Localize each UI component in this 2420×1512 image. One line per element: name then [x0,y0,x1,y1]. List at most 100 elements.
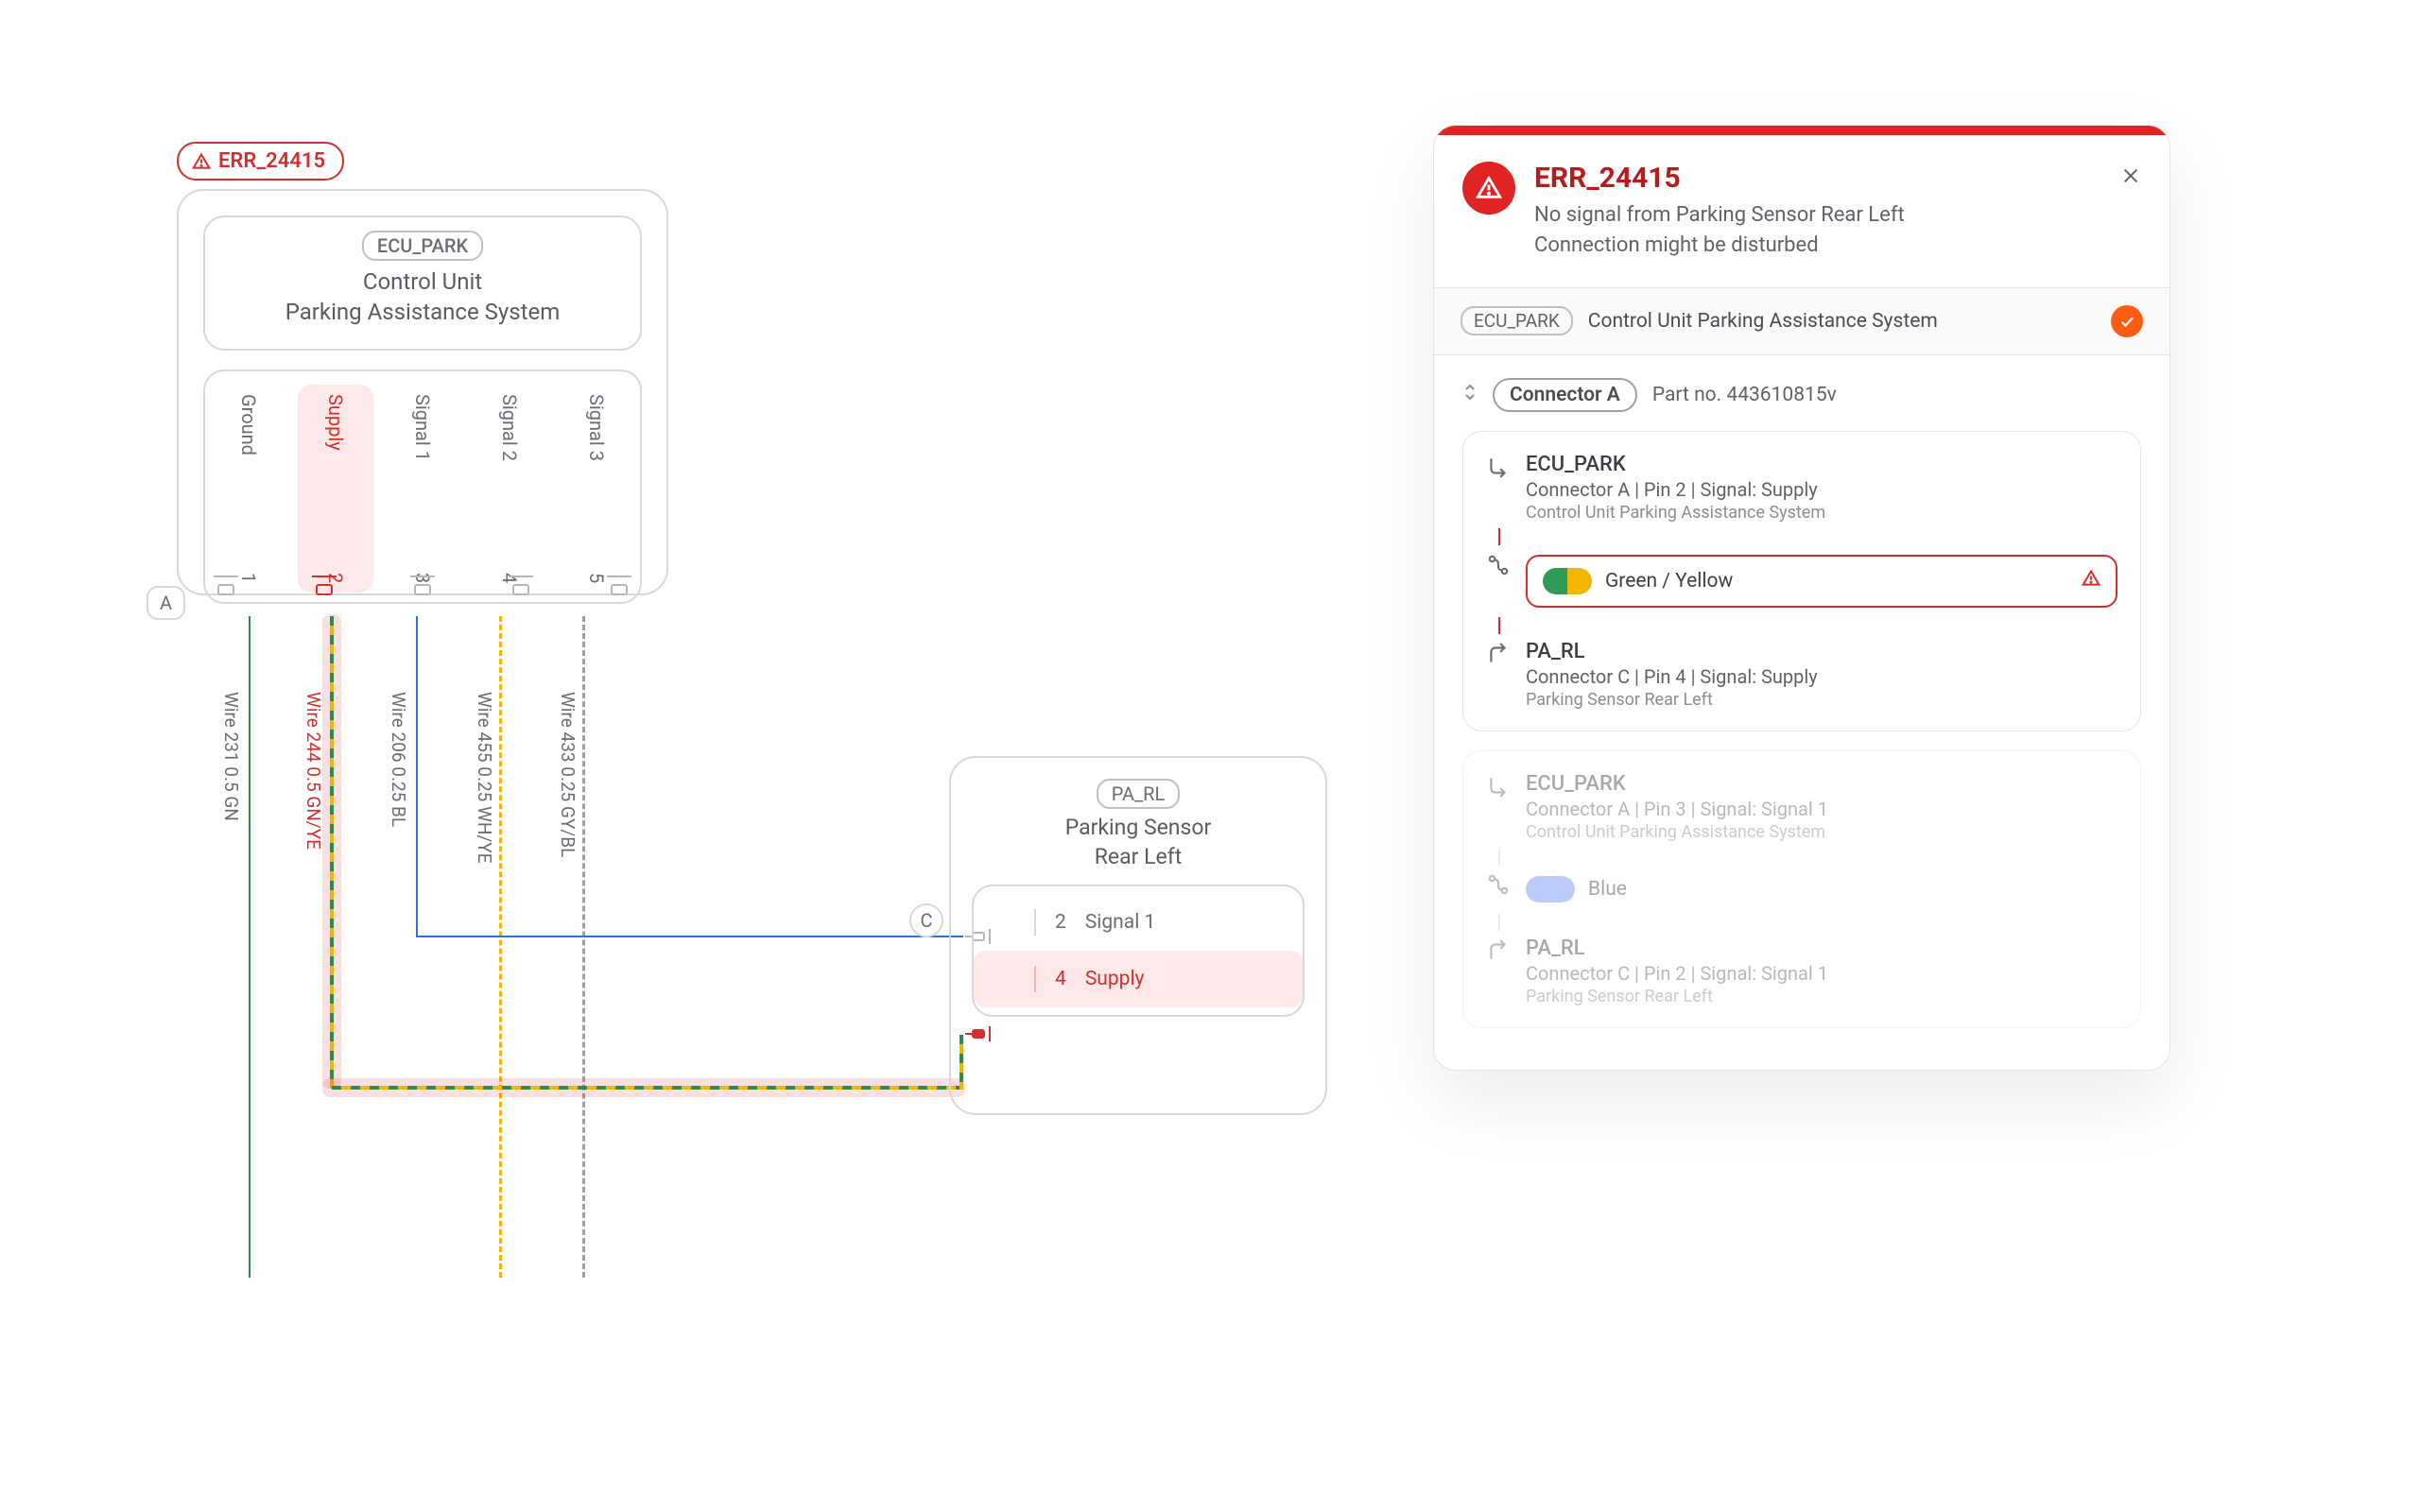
plug-icon [410,577,435,602]
error-badge[interactable]: ERR_24415 [177,142,344,180]
ecu-title-line1: Control Unit [215,266,631,297]
panel-subheader: ECU_PARK Control Unit Parking Assistance… [1434,287,2169,355]
panel-body: Connector A Part no. 443610815v ECU_PARK… [1434,355,2169,1070]
parl-box[interactable]: PA_RL Parking Sensor Rear Left 2 Signal … [949,756,1327,1115]
pin-num: 2 [1055,911,1066,934]
route-icon [1486,870,1512,901]
pin-label: Supply [324,394,347,451]
wire-label: Wire 206 0.25 BL [388,692,409,827]
plug-icon [991,911,1015,934]
pin-label: Signal 2 [498,394,521,461]
pin-label: Signal 3 [585,394,608,461]
wire-5[interactable]: Wire 433 0.25 GY/BL [582,616,585,1278]
plug-icon [214,577,238,602]
ecu-pin-2[interactable]: Supply 2 [298,385,373,593]
wc-sub: Connector A | Pin 2 | Signal: Supply [1526,478,2118,501]
wire-label: Wire 231 0.5 GN [220,692,242,821]
panel-accent-bar [1434,126,2169,135]
wire-label: Wire 433 0.25 GY/BL [557,692,579,857]
parl-pin-row[interactable]: 2 Signal 1 [974,894,1303,951]
plug-icon [607,577,631,602]
panel-title: ERR_24415 [1534,162,1905,195]
parl-title-line1: Parking Sensor [972,813,1305,842]
plug-icon [509,577,533,602]
wc-sub: Connector C | Pin 4 | Signal: Supply [1526,665,2118,688]
wc-title: ECU_PARK [1526,772,2118,796]
warning-icon [192,152,211,171]
wire-label: Wire 455 0.25 WH/YE [474,692,495,864]
ecu-header: ECU_PARK Control Unit Parking Assistance… [203,215,642,351]
ecu-box[interactable]: ECU_PARK Control Unit Parking Assistance… [177,189,668,595]
panel-desc-line1: No signal from Parking Sensor Rear Left [1534,200,1905,231]
close-button[interactable] [2120,162,2141,193]
plug-icon [312,577,337,602]
sort-icon [1462,383,1478,406]
wire-4[interactable]: Wire 455 0.25 WH/YE [499,616,502,1278]
status-check-icon [2111,305,2143,337]
error-detail-panel: ERR_24415 No signal from Parking Sensor … [1433,125,2170,1071]
panel-desc-line2: Connection might be disturbed [1534,231,1905,261]
divider [1034,966,1036,992]
connector-select-row[interactable]: Connector A Part no. 443610815v [1462,378,2141,412]
close-icon [2120,165,2141,186]
panel-header: ERR_24415 No signal from Parking Sensor … [1434,135,2169,287]
wire-card[interactable]: ECU_PARK Connector A | Pin 3 | Signal: S… [1462,750,2141,1028]
warning-icon [1462,162,1515,215]
ecu-pin-5[interactable]: Signal 3 5 [559,385,634,593]
branch-out-icon [1486,772,1512,802]
pin-label: Signal 1 [1085,911,1156,934]
color-text: Blue [1588,878,1627,901]
plugs-row [177,577,668,615]
wire-label: Wire 244 0.5 GN/YE [302,692,324,850]
wc-small: Control Unit Parking Assistance System [1526,822,2118,842]
parl-pin-row-active[interactable]: 4 Supply [974,951,1303,1007]
panel-sub-chip: ECU_PARK [1461,306,1573,335]
pin-label: Signal 1 [411,394,434,461]
parl-chip: PA_RL [1097,779,1180,809]
parl-title-line2: Rear Left [972,842,1305,871]
ecu-title-line2: Parking Assistance System [215,297,631,327]
wc-sub: Connector A | Pin 3 | Signal: Signal 1 [1526,798,2118,820]
branch-in-icon [1486,640,1512,670]
wc-title: PA_RL [1526,936,2118,960]
connector-chip: Connector A [1493,378,1637,412]
ecu-pin-3[interactable]: Signal 1 3 [385,385,460,593]
color-text: Green / Yellow [1605,570,1733,593]
wire-1[interactable]: Wire 231 0.5 GN [249,616,251,1278]
wc-connector-line [1498,914,2118,931]
ecu-pins-row: Ground 1 Supply 2 Signal 1 3 Signal 2 4 … [205,385,640,593]
wc-small: Parking Sensor Rear Left [1526,690,2118,710]
ecu-pin-4[interactable]: Signal 2 4 [472,385,547,593]
branch-in-icon [1486,936,1512,967]
wc-connector-line [1498,617,2118,634]
route-icon [1486,551,1512,581]
ecu-pin-1[interactable]: Ground 1 [211,385,286,593]
pin-label: Ground [237,394,260,455]
wc-connector-line [1498,528,2118,545]
connector-c-label: C [909,903,943,937]
parl-pins-box: 2 Signal 1 4 Supply [972,885,1305,1017]
panel-sub-text: Control Unit Parking Assistance System [1588,310,2096,333]
wire-card[interactable]: ECU_PARK Connector A | Pin 2 | Signal: S… [1462,431,2141,731]
part-number: Part no. 443610815v [1652,384,1837,406]
wc-connector-line [1498,848,2118,865]
wc-small: Control Unit Parking Assistance System [1526,503,2118,523]
error-badge-text: ERR_24415 [218,149,325,173]
color-swatch [1526,876,1575,902]
plug-icon [991,968,1015,990]
wire-2-segment [332,1086,963,1090]
ecu-pins-box: Ground 1 Supply 2 Signal 1 3 Signal 2 4 … [203,369,642,604]
wire-2-label-holder: Wire 244 0.5 GN/YE [331,616,333,1089]
pin-num: 4 [1055,968,1066,990]
wc-small: Parking Sensor Rear Left [1526,987,2118,1006]
ecu-chip: ECU_PARK [362,231,483,261]
wire-color-pill[interactable]: Green / Yellow [1526,555,2118,608]
wire-3[interactable]: Wire 206 0.25 BL [416,616,418,937]
wire-3-segment [416,936,963,937]
parl-header: PA_RL Parking Sensor Rear Left [972,779,1305,871]
warning-icon [2082,569,2100,593]
pin-label: Supply [1085,968,1145,990]
divider [1034,909,1036,936]
wc-sub: Connector C | Pin 2 | Signal: Signal 1 [1526,962,2118,985]
wc-title: PA_RL [1526,640,2118,663]
